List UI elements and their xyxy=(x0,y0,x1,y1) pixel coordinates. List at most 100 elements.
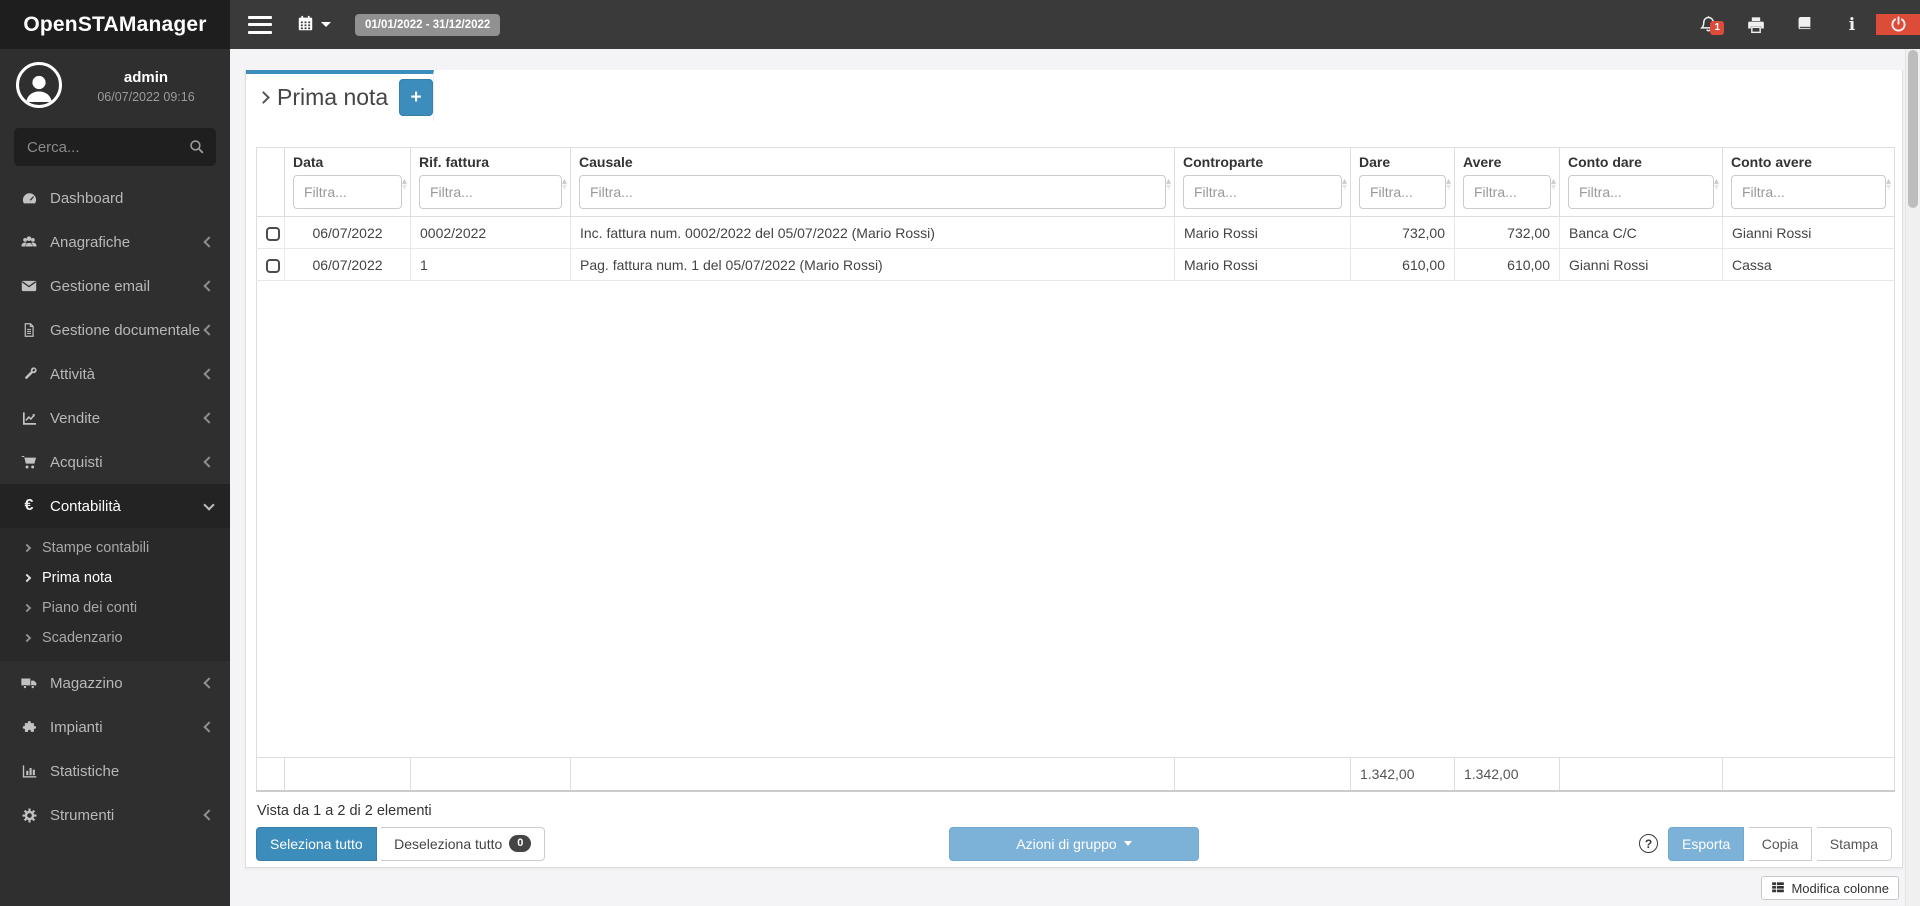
column-header-controparte[interactable]: Controparte xyxy=(1174,147,1351,217)
row-checkbox[interactable] xyxy=(266,258,280,273)
sidebar-subitem-scadenzario[interactable]: Scadenzario xyxy=(0,623,230,653)
filter-input-conto-avere[interactable] xyxy=(1731,175,1886,209)
euro-icon xyxy=(18,498,40,514)
gauge-icon xyxy=(18,190,40,207)
chevron-left-icon xyxy=(203,721,215,733)
chevron-right-icon xyxy=(22,543,32,553)
select-all-button[interactable]: Seleziona tutto xyxy=(256,826,377,861)
selection-button-group: Seleziona tutto Deseleziona tutto 0 xyxy=(256,826,546,861)
chart-line-icon xyxy=(18,410,40,427)
columns-list-icon xyxy=(1771,880,1785,897)
search-input[interactable] xyxy=(14,128,216,166)
sidebar-item-attivita[interactable]: Attività xyxy=(0,352,230,396)
deselect-all-button[interactable]: Deseleziona tutto 0 xyxy=(381,826,546,861)
date-range-badge[interactable]: 01/01/2022 - 31/12/2022 xyxy=(355,13,501,36)
totals-row: 1.342,00 1.342,00 xyxy=(256,757,1895,792)
chevron-left-icon xyxy=(203,809,215,821)
column-header-data[interactable]: Data xyxy=(284,147,411,217)
filter-input-rif-fattura[interactable] xyxy=(419,175,562,209)
calendar-icon xyxy=(296,14,315,36)
power-icon xyxy=(1889,15,1908,34)
sidebar-item-gestione-email[interactable]: Gestione email xyxy=(0,264,230,308)
wrench-icon xyxy=(18,366,40,383)
sidebar-item-contabilita[interactable]: Contabilità xyxy=(0,484,230,528)
column-header-dare[interactable]: Dare xyxy=(1350,147,1455,217)
docs-button[interactable] xyxy=(1780,14,1828,35)
print-table-button[interactable]: Stampa xyxy=(1816,826,1892,861)
column-header-conto-avere[interactable]: Conto avere xyxy=(1722,147,1895,217)
sidebar-toggle-button[interactable] xyxy=(248,15,272,34)
sidebar-subitem-stampe-contabili[interactable]: Stampe contabili xyxy=(0,533,230,563)
sort-icon xyxy=(562,179,567,191)
app-window: OpenSTAManager 01/01/2022 - 31/12/2022 1 xyxy=(0,0,1920,906)
column-header-rif-fattura[interactable]: Rif. fattura xyxy=(410,147,571,217)
search-icon[interactable] xyxy=(188,138,205,160)
sidebar-item-anagrafiche[interactable]: Anagrafiche xyxy=(0,220,230,264)
table-empty-space xyxy=(256,280,1895,758)
copy-button[interactable]: Copia xyxy=(1748,826,1813,861)
sidebar-item-dashboard[interactable]: Dashboard xyxy=(0,176,230,220)
records-table: Data Rif. fattura Causale Controparte Da… xyxy=(256,147,1895,792)
user-panel: admin 06/07/2022 09:16 xyxy=(0,49,230,118)
chevron-left-icon xyxy=(203,236,215,248)
sidebar-search xyxy=(14,128,216,166)
edit-columns-button[interactable]: Modifica colonne xyxy=(1761,876,1899,900)
sidebar: admin 06/07/2022 09:16 Dashboard Anagraf… xyxy=(0,49,230,906)
sidebar-item-magazzino[interactable]: Magazzino xyxy=(0,661,230,705)
page-scrollbar xyxy=(1905,49,1920,906)
user-name: admin xyxy=(123,68,169,86)
help-icon[interactable] xyxy=(1639,834,1658,853)
filter-input-causale[interactable] xyxy=(579,175,1166,209)
topbar-main: 01/01/2022 - 31/12/2022 1 xyxy=(230,0,1920,49)
chevron-left-icon xyxy=(203,412,215,424)
topbar-right: 1 xyxy=(1684,14,1920,35)
total-avere: 1.342,00 xyxy=(1454,757,1560,792)
sidebar-subitem-piano-dei-conti[interactable]: Piano dei conti xyxy=(0,593,230,623)
file-icon xyxy=(18,322,40,338)
period-picker-button[interactable] xyxy=(296,14,331,36)
group-actions-button[interactable]: Azioni di gruppo xyxy=(949,826,1199,861)
avatar xyxy=(16,62,62,108)
column-header-causale[interactable]: Causale xyxy=(570,147,1175,217)
row-checkbox[interactable] xyxy=(266,226,280,241)
caret-down-icon xyxy=(1123,841,1132,846)
column-header-avere[interactable]: Avere xyxy=(1454,147,1560,217)
table-row[interactable]: 06/07/2022 0002/2022 Inc. fattura num. 0… xyxy=(256,216,1895,249)
sidebar-item-acquisti[interactable]: Acquisti xyxy=(0,440,230,484)
sidebar-item-vendite[interactable]: Vendite xyxy=(0,396,230,440)
sidebar-item-statistiche[interactable]: Statistiche xyxy=(0,749,230,793)
sidebar-nav: Dashboard Anagrafiche Gestione email Ges… xyxy=(0,176,230,837)
filter-input-controparte[interactable] xyxy=(1183,175,1342,209)
app-logo[interactable]: OpenSTAManager xyxy=(0,0,230,49)
sidebar-item-strumenti[interactable]: Strumenti xyxy=(0,793,230,837)
notifications-button[interactable]: 1 xyxy=(1684,14,1732,35)
print-button[interactable] xyxy=(1732,14,1780,35)
select-column-header xyxy=(256,147,285,217)
user-last-login: 06/07/2022 09:16 xyxy=(97,89,195,104)
scrollbar-thumb[interactable] xyxy=(1908,50,1918,208)
add-record-button[interactable]: + xyxy=(399,79,433,116)
tab-row: Prima nota + xyxy=(246,70,1902,121)
gear-icon xyxy=(18,807,40,824)
content-card: Prima nota + Data Rif. fattur xyxy=(245,70,1903,868)
filter-input-dare[interactable] xyxy=(1359,175,1446,209)
sidebar-item-gestione-documentale[interactable]: Gestione documentale xyxy=(0,308,230,352)
sort-icon xyxy=(1551,179,1556,191)
column-header-conto-dare[interactable]: Conto dare xyxy=(1559,147,1723,217)
tab-prima-nota[interactable]: Prima nota + xyxy=(246,70,434,121)
chevron-right-icon xyxy=(257,91,270,104)
chevron-left-icon xyxy=(203,324,215,336)
export-button[interactable]: Esporta xyxy=(1668,826,1745,861)
sidebar-item-impianti[interactable]: Impianti xyxy=(0,705,230,749)
sidebar-subitem-prima-nota[interactable]: Prima nota xyxy=(0,563,230,593)
filter-input-avere[interactable] xyxy=(1463,175,1551,209)
table-info-text: Vista da 1 a 2 di 2 elementi xyxy=(257,802,432,819)
table-row[interactable]: 06/07/2022 1 Pag. fattura num. 1 del 05/… xyxy=(256,248,1895,281)
cart-icon xyxy=(18,453,40,471)
filter-input-conto-dare[interactable] xyxy=(1568,175,1714,209)
logout-button[interactable] xyxy=(1876,14,1920,35)
header-row: Data Rif. fattura Causale Controparte Da… xyxy=(256,147,1895,217)
info-button[interactable] xyxy=(1828,14,1876,35)
filter-input-data[interactable] xyxy=(293,175,402,209)
chevron-left-icon xyxy=(203,456,215,468)
